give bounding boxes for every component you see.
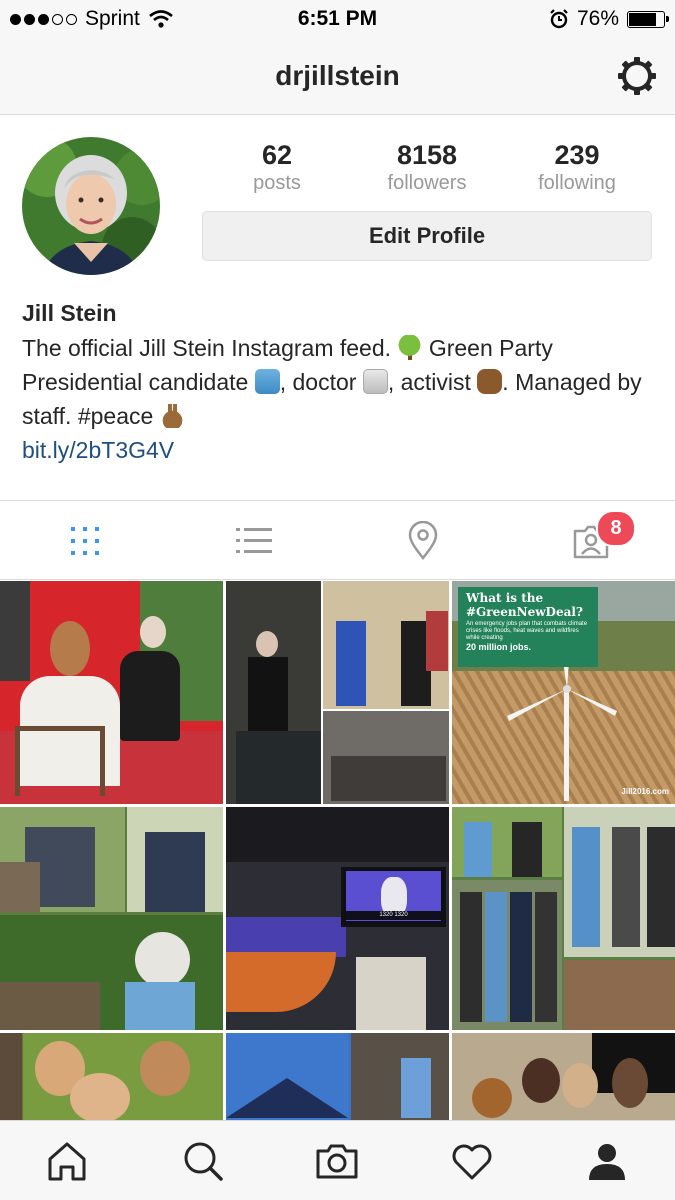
post-tile[interactable]: 1320 1320: [226, 807, 449, 1030]
stat-value: 239: [554, 140, 600, 170]
home-icon[interactable]: [45, 1139, 89, 1183]
battery-percent: 76%: [576, 7, 619, 30]
post-tile[interactable]: [0, 807, 223, 1030]
search-icon[interactable]: [181, 1139, 225, 1183]
tree-emoji-icon: [397, 335, 423, 360]
overlay-highlight: 20 million jobs.: [466, 642, 532, 652]
bio-text: The official Jill Stein Instagram feed. …: [22, 331, 652, 433]
statue-of-liberty-emoji-icon: [254, 369, 280, 394]
watermark: Jill2016.com: [621, 787, 669, 796]
post-tile-green-new-deal[interactable]: What is the #GreenNewDeal? An emergency …: [452, 581, 675, 804]
stat-followers[interactable]: 8158 followers: [352, 140, 502, 195]
post-tile[interactable]: [226, 581, 449, 804]
overlay-body: An emergency jobs plan that combats clim…: [466, 621, 588, 641]
victory-hand-emoji-icon: [159, 403, 185, 428]
tv-caption: 1320 1320: [346, 911, 441, 920]
profile-header: drjillstein: [0, 38, 675, 115]
stat-label: following: [538, 172, 616, 194]
bottom-nav: [0, 1120, 675, 1200]
gear-icon[interactable]: [617, 56, 657, 96]
raised-fist-emoji-icon: [477, 369, 503, 394]
page-title: drjillstein: [275, 60, 400, 91]
green-new-deal-overlay: What is the #GreenNewDeal? An emergency …: [458, 587, 598, 667]
heart-icon[interactable]: [450, 1139, 494, 1183]
profile-bio: Jill Stein The official Jill Stein Insta…: [22, 300, 652, 464]
wind-turbine-icon: [507, 661, 617, 801]
profile-tabs: [0, 500, 675, 580]
bio-link[interactable]: bit.ly/2bT3G4V: [22, 437, 652, 464]
bio-segment: , activist: [387, 369, 478, 395]
edit-profile-button[interactable]: Edit Profile: [202, 211, 652, 261]
avatar[interactable]: [22, 137, 160, 275]
post-tile[interactable]: [452, 1033, 675, 1121]
stat-value: 62: [261, 140, 293, 170]
stat-posts[interactable]: 62 posts: [202, 140, 352, 195]
status-bar: Sprint 6:51 PM 76%: [0, 0, 675, 38]
hospital-emoji-icon: [362, 369, 388, 394]
status-right: 76%: [549, 7, 669, 31]
alarm-clock-icon: [550, 9, 568, 29]
post-tile[interactable]: [0, 581, 223, 804]
tagged-count-badge: 8: [596, 510, 636, 547]
camera-icon[interactable]: [315, 1139, 359, 1183]
photo-grid: What is the #GreenNewDeal? An emergency …: [0, 581, 675, 1121]
stat-following[interactable]: 239 following: [502, 140, 652, 195]
profile-icon[interactable]: [585, 1139, 629, 1183]
bio-segment: , doctor: [279, 369, 363, 395]
location-pin-icon[interactable]: [403, 521, 443, 561]
list-icon[interactable]: [234, 521, 274, 561]
post-tile[interactable]: [0, 1033, 223, 1121]
profile-name: Jill Stein: [22, 300, 117, 326]
stat-label: followers: [387, 172, 467, 194]
post-tile[interactable]: [226, 1033, 449, 1121]
bio-segment: The official Jill Stein Instagram feed.: [22, 335, 398, 361]
stat-value: 8158: [396, 140, 458, 170]
overlay-title: What is the #GreenNewDeal?: [466, 591, 583, 619]
stat-label: posts: [253, 172, 301, 194]
grid-icon[interactable]: [65, 521, 105, 561]
battery-icon: [627, 10, 669, 28]
post-tile[interactable]: [452, 807, 675, 1030]
